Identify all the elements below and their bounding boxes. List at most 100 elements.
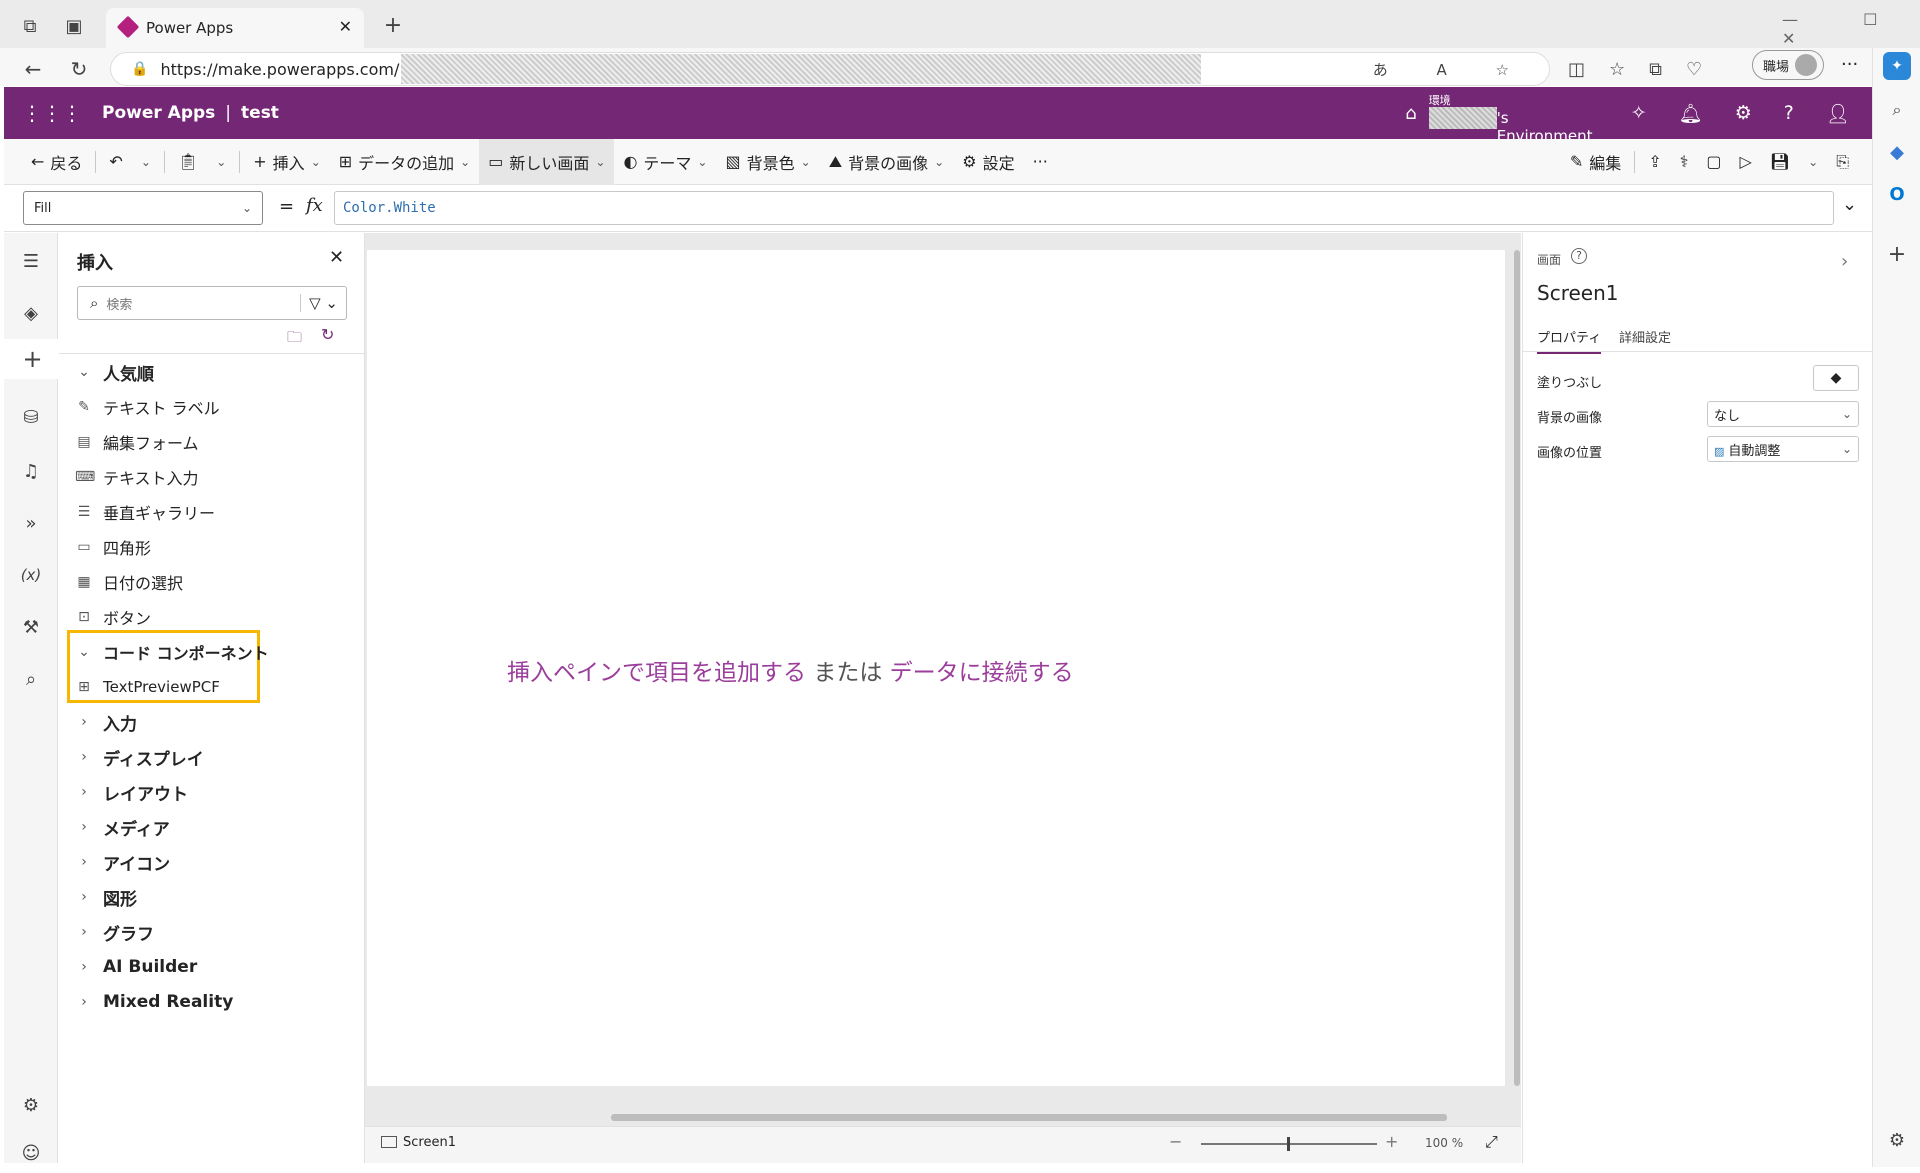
insert-item-button[interactable]: ⊡ ボタン: [75, 602, 151, 632]
copilot-header-icon[interactable]: ✧: [1631, 102, 1647, 124]
refresh-icon[interactable]: ↻: [64, 54, 94, 84]
brand-name[interactable]: Power Apps: [102, 103, 215, 123]
collections-icon[interactable]: ⧉: [1649, 59, 1662, 80]
insert-item-text-input[interactable]: ⌨ テキスト入力: [75, 462, 199, 492]
profile-button[interactable]: 職場: [1752, 50, 1824, 80]
paste-button[interactable]: 📋︎: [169, 139, 207, 185]
power-automate-icon[interactable]: »: [4, 503, 58, 543]
insert-rail-icon[interactable]: +: [4, 339, 58, 379]
outlook-icon[interactable]: O: [1883, 180, 1911, 208]
help-icon[interactable]: ?: [1571, 248, 1587, 264]
zoom-in-button[interactable]: +: [1385, 1132, 1398, 1151]
save-dropdown[interactable]: ⌄: [1799, 139, 1827, 185]
help-icon[interactable]: ?: [1784, 102, 1794, 124]
insert-item-rectangle[interactable]: ▭ 四角形: [75, 532, 151, 562]
zoom-level[interactable]: 100 %: [1425, 1136, 1463, 1150]
tree-view-icon[interactable]: ◈: [4, 293, 58, 333]
horizontal-scrollbar[interactable]: [611, 1114, 1447, 1121]
connect-data-link[interactable]: データに接続する: [890, 660, 1074, 686]
filter-icon[interactable]: ▽ ⌄: [300, 294, 346, 312]
background-image-button[interactable]: ⛰ 背景の画像 ⌄: [820, 139, 954, 185]
screen-canvas[interactable]: 挿入ペインで項目を追加する または データに接続する: [367, 250, 1505, 1086]
background-color-button[interactable]: ▧ 背景色 ⌄: [716, 139, 819, 185]
app-checker-button[interactable]: ⚕: [1671, 139, 1698, 185]
variables-icon[interactable]: (x): [4, 555, 58, 595]
zoom-out-button[interactable]: −: [1169, 1132, 1182, 1151]
address-bar[interactable]: 🔒 https://make.powerapps.com/ あ A ☆: [110, 52, 1550, 86]
environment-picker[interactable]: 環境 's Environment: [1428, 87, 1605, 145]
theme-button[interactable]: ◐ テーマ ⌄: [614, 139, 716, 185]
add-sidebar-icon[interactable]: +: [1883, 240, 1911, 268]
browser-essentials-icon[interactable]: ♡: [1686, 59, 1702, 80]
copilot-icon[interactable]: ✦: [1883, 52, 1911, 80]
save-button[interactable]: 💾︎: [1761, 139, 1799, 185]
account-icon[interactable]: 👤︎: [1826, 102, 1850, 125]
refresh-icon[interactable]: ↻: [321, 325, 334, 344]
chevron-right-icon[interactable]: ›: [1841, 251, 1848, 272]
group-ai-builder[interactable]: › AI Builder: [75, 952, 197, 982]
group-media[interactable]: › メディア: [75, 812, 170, 842]
shopping-icon[interactable]: ◆: [1883, 138, 1911, 166]
publish-button[interactable]: ⎘: [1827, 139, 1858, 185]
close-icon[interactable]: ✕: [329, 247, 344, 268]
media-icon[interactable]: ♫: [4, 451, 58, 491]
zoom-slider[interactable]: [1201, 1137, 1377, 1151]
add-items-link[interactable]: 挿入ペインで項目を追加する: [507, 660, 806, 686]
insert-item-edit-form[interactable]: ▤ 編集フォーム: [75, 427, 198, 457]
tab-properties[interactable]: プロパティ: [1537, 327, 1602, 354]
insert-item-vertical-gallery[interactable]: ☰ 垂直ギャラリー: [75, 497, 215, 527]
undo-button[interactable]: ↶: [100, 139, 131, 185]
browser-tab-powerapps[interactable]: Power Apps ✕: [106, 8, 364, 48]
insert-item-date-picker[interactable]: ▦ 日付の選択: [75, 567, 183, 597]
more-commands-button[interactable]: ···: [1024, 139, 1057, 185]
group-popular[interactable]: ⌄ 人気順: [75, 357, 154, 387]
back-button[interactable]: ← 戻る: [22, 139, 91, 185]
notifications-icon[interactable]: 🔔︎: [1679, 102, 1703, 125]
group-layout[interactable]: › レイアウト: [75, 777, 188, 807]
new-tab-icon[interactable]: +: [378, 10, 408, 40]
background-image-dropdown[interactable]: なし ⌄: [1707, 401, 1859, 427]
split-screen-icon[interactable]: ◫: [1568, 59, 1585, 80]
insert-button[interactable]: + 挿入 ⌄: [244, 139, 329, 185]
expand-formula-icon[interactable]: ⌄: [1842, 194, 1857, 215]
app-launcher-icon[interactable]: ⋮⋮⋮: [22, 101, 82, 125]
search-input[interactable]: 検索: [106, 294, 132, 313]
search-icon[interactable]: ⌕: [1883, 96, 1911, 124]
more-menu-icon[interactable]: ···: [1841, 54, 1858, 75]
window-controls[interactable]: — ☐ ✕: [1782, 10, 1920, 48]
fill-color-picker[interactable]: ◆: [1813, 365, 1859, 391]
data-icon[interactable]: ⛁: [4, 397, 58, 437]
favorites-icon[interactable]: ☆: [1609, 59, 1625, 80]
settings-button[interactable]: ⚙ 設定: [953, 139, 1023, 185]
insert-item-textpreviewpcf[interactable]: ⊞ TextPreviewPCF: [75, 672, 220, 702]
address-bar-icons[interactable]: あ A ☆: [1373, 59, 1531, 80]
folder-search-icon[interactable]: 🗀︎: [287, 327, 302, 352]
insert-item-text-label[interactable]: ✎ テキスト ラベル: [75, 392, 219, 422]
group-icons[interactable]: › アイコン: [75, 847, 170, 877]
formula-input[interactable]: Color.White: [334, 191, 1834, 225]
group-display[interactable]: › ディスプレイ: [75, 742, 204, 772]
preview-button[interactable]: ▷: [1731, 139, 1761, 185]
browser-toolbar[interactable]: ◫ ☆ ⧉ ♡: [1568, 54, 1702, 84]
search-rail-icon[interactable]: ⌕: [4, 659, 58, 699]
settings-rail-icon[interactable]: ⚙: [4, 1085, 58, 1125]
close-tab-icon[interactable]: ✕: [339, 17, 352, 36]
group-input[interactable]: › 入力: [75, 707, 137, 737]
sidebar-settings-icon[interactable]: ⚙: [1883, 1126, 1911, 1154]
group-shapes[interactable]: › 図形: [75, 882, 137, 912]
zoom-slider-thumb[interactable]: [1287, 1137, 1290, 1151]
property-dropdown[interactable]: Fill ⌄: [23, 191, 263, 225]
new-screen-button[interactable]: ▭ 新しい画面 ⌄: [479, 138, 615, 185]
group-mixed-reality[interactable]: › Mixed Reality: [75, 987, 233, 1017]
comments-button[interactable]: ▢: [1697, 139, 1730, 185]
back-arrow-icon[interactable]: ←: [18, 54, 48, 84]
hamburger-menu-icon[interactable]: ☰: [4, 241, 58, 281]
undo-dropdown[interactable]: ⌄: [132, 139, 160, 185]
advanced-tools-icon[interactable]: ⚒: [4, 607, 58, 647]
search-box[interactable]: ⌕ 検索 ▽ ⌄: [77, 286, 347, 320]
screen-selector[interactable]: Screen1: [403, 1135, 456, 1150]
fit-to-window-icon[interactable]: ⤢: [1485, 1132, 1498, 1152]
settings-icon[interactable]: ⚙: [1735, 102, 1752, 124]
workspaces-icon[interactable]: ⧉: [16, 12, 44, 40]
fx-icon[interactable]: fx: [306, 195, 323, 216]
